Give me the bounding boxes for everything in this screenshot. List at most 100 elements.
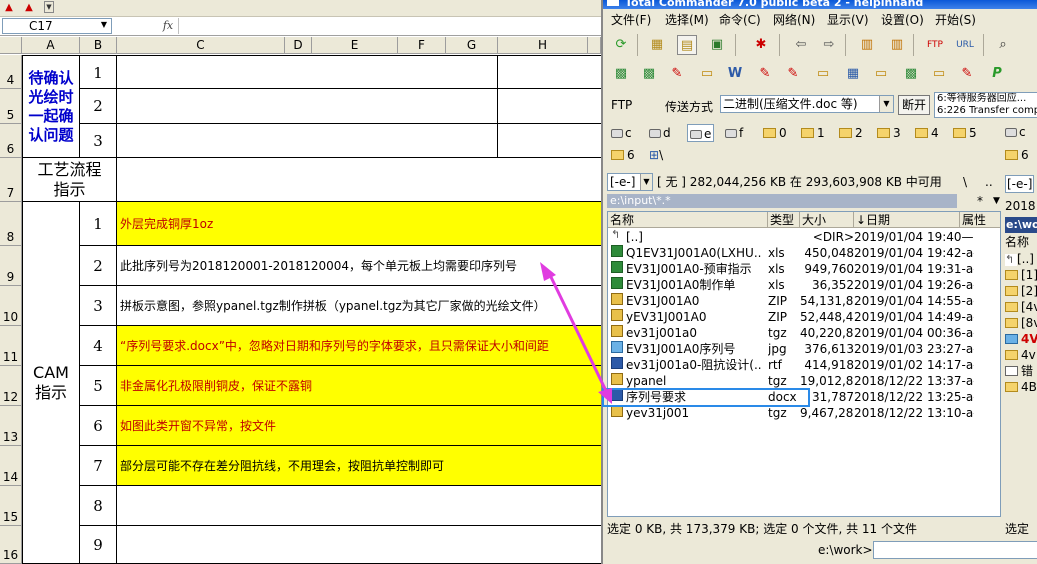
folder-shortcut-icon[interactable]: ▭ <box>929 64 949 84</box>
right-list-item[interactable]: 4V <box>1005 331 1037 347</box>
cell-b6[interactable]: 3 <box>80 124 117 158</box>
row-header[interactable]: 11 <box>0 326 22 366</box>
right-path[interactable]: e:\wor <box>1005 217 1037 233</box>
pdf-shortcut-icon[interactable]: ✎ <box>783 64 803 84</box>
column-header-e[interactable]: E <box>312 37 398 54</box>
drive-button-network[interactable]: ⊞\ <box>649 146 663 164</box>
cell-b10[interactable]: 3 <box>80 286 117 326</box>
file-row[interactable]: ev31j001a0 tgz 40,220,8302019/01/04 00:36-… <box>608 325 1000 341</box>
right-list-item[interactable]: ↰ [..] <box>1005 251 1034 267</box>
row-header[interactable]: 4 <box>0 55 22 89</box>
cell-h5[interactable] <box>498 89 601 124</box>
cell-c8[interactable]: 外层完成铜厚1oz <box>117 202 601 246</box>
ftp-url-icon[interactable]: URL <box>955 35 975 55</box>
chevron-down-icon[interactable]: ▼ <box>879 96 893 112</box>
menu-command[interactable]: 命令(C) <box>719 10 761 30</box>
drive-button-d[interactable]: d <box>649 124 671 142</box>
name-box-dropdown-icon[interactable]: ▼ <box>98 18 110 32</box>
column-header-h[interactable]: H <box>498 37 588 54</box>
drive-button-0[interactable]: 0 <box>763 124 787 142</box>
cell-c15[interactable] <box>117 486 601 526</box>
detail-view-icon[interactable]: ▤ <box>677 35 697 55</box>
drive-select[interactable]: [-e-] ▼ <box>607 173 653 191</box>
menu-settings[interactable]: 设置(O) <box>881 10 924 30</box>
cell-b5[interactable]: 2 <box>80 89 117 124</box>
word-shortcut-icon[interactable]: W <box>725 64 745 84</box>
current-path[interactable]: e:\input\*.* <box>607 194 957 208</box>
right-list-item[interactable]: [4v <box>1005 299 1037 315</box>
history-dropdown-icon[interactable]: ▼ <box>993 194 1000 208</box>
cell-b4[interactable]: 1 <box>80 55 117 89</box>
app-shortcut-icon[interactable]: ▦ <box>843 64 863 84</box>
file-row[interactable]: yev31j001 tgz 9,467,2872018/12/22 13:10-a- <box>608 405 1000 421</box>
right-list-item[interactable]: 4v <box>1005 347 1036 363</box>
header-date[interactable]: ↓日期 <box>854 212 960 228</box>
menu-file[interactable]: 文件(F) <box>611 10 651 30</box>
cell-c16[interactable] <box>117 526 601 564</box>
cell-c6[interactable] <box>117 124 498 158</box>
file-row[interactable]: EV31J001A0序列号 jpg 376,613 2019/01/03 23:27-… <box>608 341 1000 357</box>
right-drive-6[interactable]: 6 <box>1005 147 1029 163</box>
ftp-log[interactable]: 6:等待服务器回应... 6:226 Transfer comple <box>934 92 1037 118</box>
cell-b11[interactable]: 4 <box>80 326 117 366</box>
column-header-d[interactable]: D <box>285 37 312 54</box>
right-drive-select[interactable]: [-e-] <box>1005 175 1035 193</box>
cell-c10[interactable]: 拼板示意图，参照ypanel.tgz制作拼板（ypanel.tgz为其它厂家做的… <box>117 286 601 326</box>
excel-shortcut-icon[interactable]: ▩ <box>611 64 631 84</box>
right-name-header[interactable]: 名称 <box>1005 234 1029 250</box>
cell-c14[interactable]: 部分层可能不存在差分阻抗线，不用理会，按阻抗单控制即可 <box>117 446 601 486</box>
row-header[interactable]: 15 <box>0 486 22 526</box>
row-header[interactable]: 9 <box>0 246 22 286</box>
drive-button-c[interactable]: c <box>611 124 632 142</box>
pdf-shortcut-icon[interactable]: ✎ <box>755 64 775 84</box>
pdf-settings-icon[interactable]: ▲ <box>22 1 36 15</box>
merged-cell-process[interactable]: 工艺流程指示 <box>22 158 117 202</box>
window-icon[interactable] <box>607 0 619 6</box>
column-header-next[interactable] <box>588 37 601 54</box>
p-shortcut-icon[interactable]: P <box>987 64 1007 84</box>
file-row[interactable]: Q1EV31J001A0(LXHU.. xls 450,048 2019/01/04 … <box>608 245 1000 261</box>
header-name[interactable]: 名称 <box>608 212 768 228</box>
unpack-icon[interactable]: ▥ <box>887 35 907 55</box>
drive-button-f[interactable]: f <box>725 124 743 142</box>
menu-view[interactable]: 显示(V) <box>827 10 869 30</box>
command-line-input[interactable] <box>873 541 1037 559</box>
row-header[interactable]: 13 <box>0 406 22 446</box>
ftp-connect-icon[interactable]: FTP <box>925 35 945 55</box>
refresh-icon[interactable]: ⟳ <box>611 35 631 55</box>
column-header-f[interactable]: F <box>398 37 446 54</box>
cell-b16[interactable]: 9 <box>80 526 117 564</box>
file-row[interactable]: 序列号要求 docx 31,787 2018/12/22 13:25-a- <box>608 389 1000 405</box>
drive-button-5[interactable]: 5 <box>953 124 977 142</box>
cell-b13[interactable]: 6 <box>80 406 117 446</box>
pdf-icon[interactable]: ▲ <box>2 1 16 15</box>
fx-icon[interactable]: fx <box>158 18 178 34</box>
right-list-item[interactable]: [1] <box>1005 267 1037 283</box>
filter-star-button[interactable]: * <box>977 194 983 208</box>
right-drive-c[interactable]: c <box>1005 124 1026 140</box>
disconnect-button[interactable]: 断开 <box>898 95 930 115</box>
row-header[interactable]: 8 <box>0 202 22 246</box>
column-header-c[interactable]: C <box>117 37 285 54</box>
column-header-a[interactable]: A <box>22 37 80 54</box>
select-all-corner[interactable] <box>0 37 22 54</box>
header-type[interactable]: 类型 <box>768 212 800 228</box>
file-row[interactable]: EV31J001A0 ZIP 54,131,8372019/01/04 14:55-… <box>608 293 1000 309</box>
file-row[interactable]: EV31J001A0制作单 xls 36,352 2019/01/04 19:26-a… <box>608 277 1000 293</box>
merged-cell-confirm[interactable]: 待确认光绘时一起确认问题 <box>22 55 80 158</box>
menu-select[interactable]: 选择(M) <box>665 10 709 30</box>
menu-network[interactable]: 网络(N) <box>773 10 815 30</box>
cell-c11[interactable]: “序列号要求.docx”中，忽略对日期和序列号的字体要求，且只需保证大小和间距 <box>117 326 601 366</box>
formula-input[interactable] <box>178 18 599 34</box>
forward-icon[interactable]: ⇨ <box>819 35 839 55</box>
right-list-item[interactable]: 错 <box>1005 363 1033 379</box>
header-size[interactable]: 大小 <box>800 212 854 228</box>
chevron-down-icon[interactable]: ▼ <box>640 174 652 190</box>
merged-cell-cam[interactable]: CAM指示 <box>22 202 80 564</box>
root-button[interactable]: \ <box>963 172 967 192</box>
drive-button-4[interactable]: 4 <box>915 124 939 142</box>
cell-c13[interactable]: 如图此类开窗不异常，按文件 <box>117 406 601 446</box>
excel-shortcut-icon[interactable]: ▩ <box>901 64 921 84</box>
transfer-mode-select[interactable]: 二进制(压缩文件.doc 等) ▼ <box>720 95 894 113</box>
drive-button-1[interactable]: 1 <box>801 124 825 142</box>
